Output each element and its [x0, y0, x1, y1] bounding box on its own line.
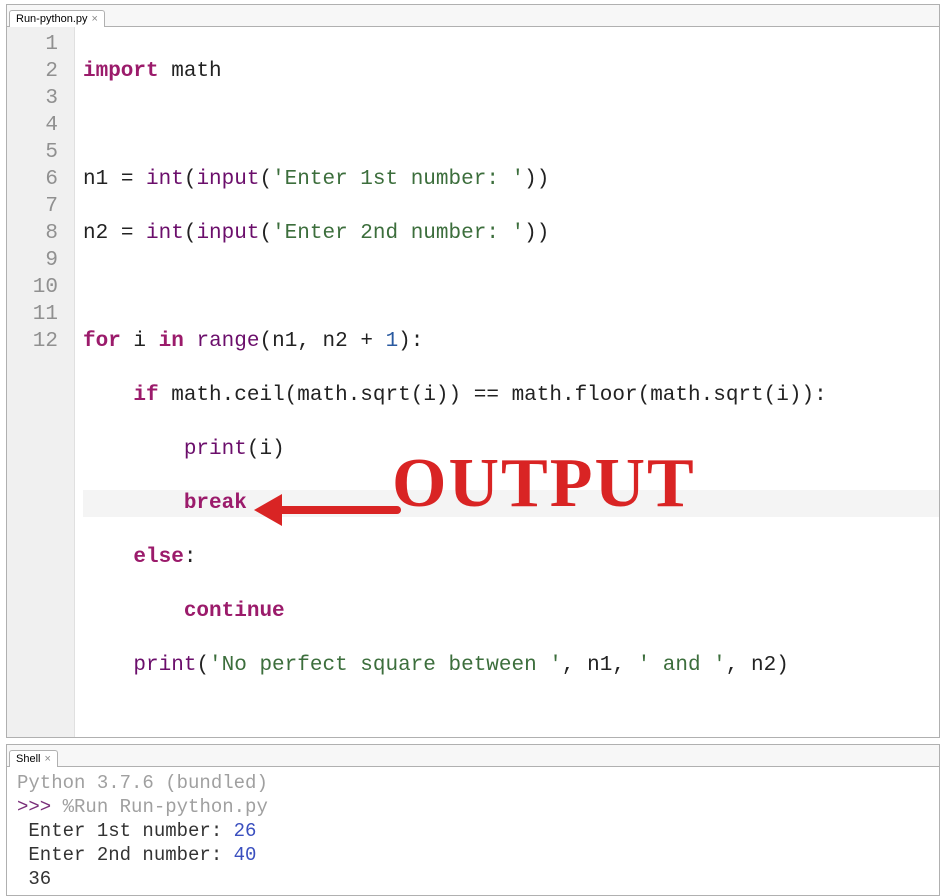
- editor-tab-label: Run-python.py: [16, 13, 88, 25]
- line-number: 3: [7, 85, 58, 112]
- builtin: print: [184, 438, 247, 461]
- line-number: 2: [7, 58, 58, 85]
- input-prompt-2: Enter 2nd number:: [28, 844, 233, 866]
- line-number: 8: [7, 220, 58, 247]
- result-value: 36: [28, 868, 51, 890]
- close-icon[interactable]: ×: [44, 754, 50, 765]
- identifier: n1: [83, 168, 108, 191]
- editor-tab-strip: Run-python.py ×: [7, 5, 939, 27]
- string: 'No perfect square between ': [209, 654, 562, 677]
- identifier: n2: [83, 222, 108, 245]
- builtin: print: [133, 654, 196, 677]
- code-content[interactable]: import math n1 = int(input('Enter 1st nu…: [75, 27, 939, 737]
- keyword: in: [159, 330, 184, 353]
- keyword: for: [83, 330, 121, 353]
- number: 1: [386, 330, 399, 353]
- builtin: int: [146, 168, 184, 191]
- builtin: range: [196, 330, 259, 353]
- input-prompt-1: Enter 1st number:: [28, 820, 233, 842]
- close-icon[interactable]: ×: [92, 14, 98, 25]
- shell-tab-label: Shell: [16, 753, 40, 765]
- editor-tab[interactable]: Run-python.py ×: [9, 10, 105, 27]
- shell-tab[interactable]: Shell ×: [9, 750, 58, 767]
- line-number: 7: [7, 193, 58, 220]
- identifier: math: [171, 60, 221, 83]
- line-gutter: 1 2 3 4 5 6 7 8 9 10 11 12: [7, 27, 75, 737]
- builtin: int: [146, 222, 184, 245]
- editor-panel: Run-python.py × 1 2 3 4 5 6 7 8 9 10 11 …: [6, 4, 940, 738]
- shell-tab-strip: Shell ×: [7, 745, 939, 767]
- string: 'Enter 2nd number: ': [272, 222, 524, 245]
- string: ' and ': [638, 654, 726, 677]
- python-version: Python 3.7.6 (bundled): [17, 772, 268, 794]
- input-value-1: 26: [234, 820, 257, 842]
- builtin: input: [196, 168, 259, 191]
- shell-prompt: >>>: [17, 796, 51, 818]
- line-number: 11: [7, 301, 58, 328]
- input-value-2: 40: [234, 844, 257, 866]
- keyword: import: [83, 60, 159, 83]
- keyword: else: [133, 546, 183, 569]
- line-number: 6: [7, 166, 58, 193]
- run-command: %Run Run-python.py: [63, 796, 268, 818]
- line-number: 12: [7, 328, 58, 355]
- line-number: 4: [7, 112, 58, 139]
- shell-output[interactable]: Python 3.7.6 (bundled) >>> %Run Run-pyth…: [7, 767, 939, 895]
- line-number: 9: [7, 247, 58, 274]
- code-area[interactable]: 1 2 3 4 5 6 7 8 9 10 11 12 import math n…: [7, 27, 939, 737]
- shell-panel: Shell × Python 3.7.6 (bundled) >>> %Run …: [6, 744, 940, 896]
- line-number: 5: [7, 139, 58, 166]
- line-number: 10: [7, 274, 58, 301]
- keyword: continue: [184, 600, 285, 623]
- builtin: input: [196, 222, 259, 245]
- keyword: if: [133, 384, 158, 407]
- keyword: break: [184, 492, 247, 515]
- line-number: 1: [7, 31, 58, 58]
- string: 'Enter 1st number: ': [272, 168, 524, 191]
